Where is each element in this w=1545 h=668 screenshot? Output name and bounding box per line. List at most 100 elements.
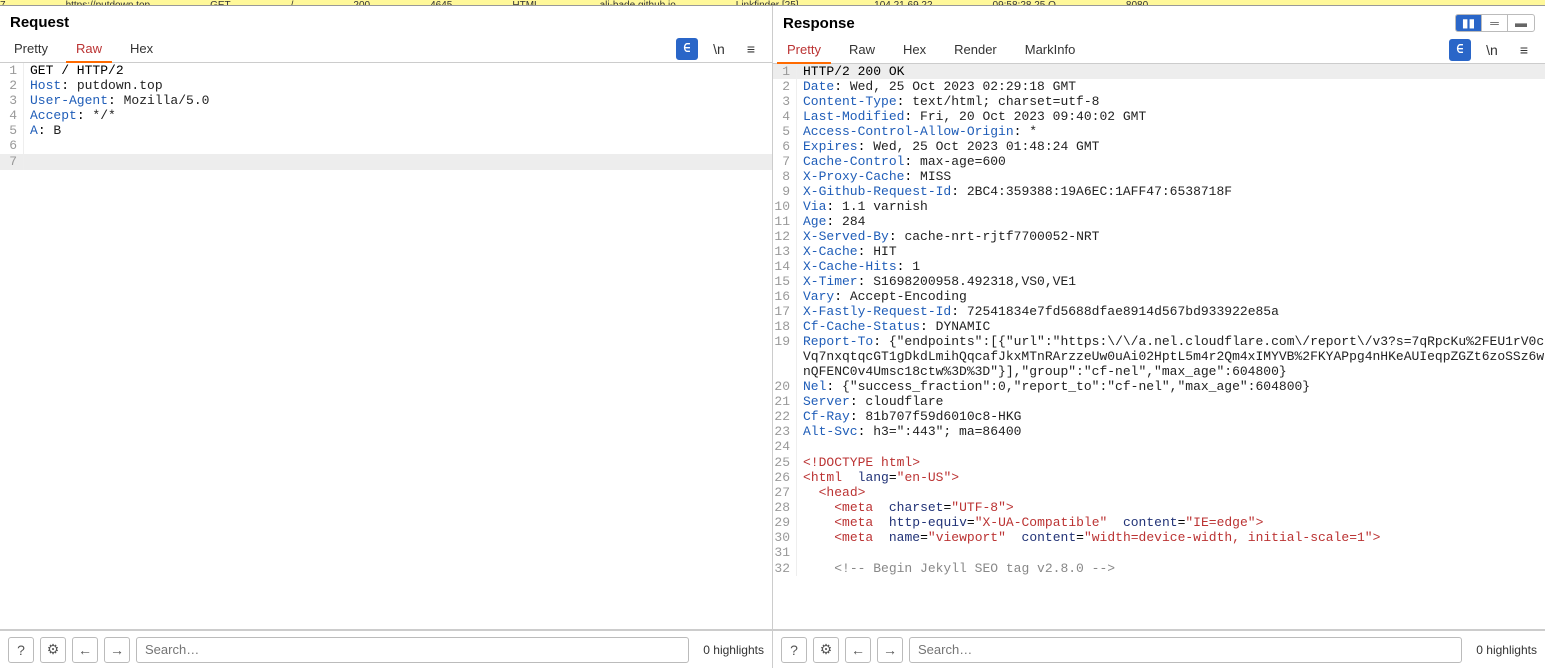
code-line[interactable]: 31 (773, 545, 1545, 561)
line-content: Cf-Cache-Status: DYNAMIC (797, 319, 1545, 334)
menu-icon[interactable]: ≡ (740, 38, 762, 60)
code-line[interactable]: 6 (0, 138, 772, 154)
layout-toggle[interactable]: ▮▮ ═ ▬ (1455, 14, 1535, 32)
code-line[interactable]: 11Age: 284 (773, 214, 1545, 229)
request-panel: Request Pretty Raw Hex ∈ \n ≡ 1GET / HTT… (0, 6, 773, 668)
layout-rows-icon[interactable]: ═ (1482, 15, 1508, 31)
request-search-input[interactable] (136, 637, 689, 663)
line-content (797, 545, 1545, 561)
code-line[interactable]: 24 (773, 439, 1545, 455)
code-line[interactable]: 32 <!-- Begin Jekyll SEO tag v2.8.0 --> (773, 561, 1545, 576)
line-number: 20 (773, 379, 797, 394)
line-number: 11 (773, 214, 797, 229)
line-number: 6 (773, 139, 797, 154)
code-line[interactable]: 5Access-Control-Allow-Origin: * (773, 124, 1545, 139)
line-content: Accept: */* (24, 108, 772, 123)
code-line[interactable]: 19Report-To: {"endpoints":[{"url":"https… (773, 334, 1545, 379)
line-content: A: B (24, 123, 772, 138)
code-line[interactable]: 20Nel: {"success_fraction":0,"report_to"… (773, 379, 1545, 394)
newline-icon[interactable]: \n (1481, 39, 1503, 61)
code-line[interactable]: 22Cf-Ray: 81b707f59d6010c8-HKG (773, 409, 1545, 424)
line-content: Date: Wed, 25 Oct 2023 02:29:18 GMT (797, 79, 1545, 94)
help-icon[interactable]: ? (781, 637, 807, 663)
line-content: Last-Modified: Fri, 20 Oct 2023 09:40:02… (797, 109, 1545, 124)
code-line[interactable]: 21Server: cloudflare (773, 394, 1545, 409)
forward-icon[interactable]: → (877, 637, 903, 663)
line-number: 9 (773, 184, 797, 199)
code-line[interactable]: 1GET / HTTP/2 (0, 63, 772, 78)
code-line[interactable]: 17X-Fastly-Request-Id: 72541834e7fd5688d… (773, 304, 1545, 319)
tab-pretty[interactable]: Pretty (0, 35, 62, 62)
line-content: Cf-Ray: 81b707f59d6010c8-HKG (797, 409, 1545, 424)
tab-raw[interactable]: Raw (835, 36, 889, 63)
code-line[interactable]: 28 <meta charset="UTF-8"> (773, 500, 1545, 515)
code-line[interactable]: 4Last-Modified: Fri, 20 Oct 2023 09:40:0… (773, 109, 1545, 124)
code-line[interactable]: 16Vary: Accept-Encoding (773, 289, 1545, 304)
tab-hex[interactable]: Hex (116, 35, 167, 62)
tab-hex[interactable]: Hex (889, 36, 940, 63)
inspector-icon[interactable]: ∈ (676, 38, 698, 60)
tab-markinfo[interactable]: MarkInfo (1011, 36, 1090, 63)
help-icon[interactable]: ? (8, 637, 34, 663)
menu-icon[interactable]: ≡ (1513, 39, 1535, 61)
code-line[interactable]: 18Cf-Cache-Status: DYNAMIC (773, 319, 1545, 334)
line-number: 26 (773, 470, 797, 485)
line-content: Server: cloudflare (797, 394, 1545, 409)
line-number: 17 (773, 304, 797, 319)
line-content: <meta http-equiv="X-UA-Compatible" conte… (797, 515, 1545, 530)
layout-single-icon[interactable]: ▬ (1508, 15, 1534, 31)
line-content: X-Fastly-Request-Id: 72541834e7fd5688dfa… (797, 304, 1545, 319)
request-highlights: 0 highlights (695, 643, 764, 657)
code-line[interactable]: 7 (0, 154, 772, 170)
code-line[interactable]: 26<html lang="en-US"> (773, 470, 1545, 485)
code-line[interactable]: 15X-Timer: S1698200958.492318,VS0,VE1 (773, 274, 1545, 289)
line-number: 6 (0, 138, 24, 154)
line-number: 21 (773, 394, 797, 409)
tab-pretty[interactable]: Pretty (773, 36, 835, 63)
tab-raw[interactable]: Raw (62, 35, 116, 62)
code-line[interactable]: 1HTTP/2 200 OK (773, 64, 1545, 79)
request-editor[interactable]: 1GET / HTTP/22Host: putdown.top3User-Age… (0, 63, 772, 630)
line-content: X-Cache-Hits: 1 (797, 259, 1545, 274)
inspector-icon[interactable]: ∈ (1449, 39, 1471, 61)
line-number: 12 (773, 229, 797, 244)
code-line[interactable]: 14X-Cache-Hits: 1 (773, 259, 1545, 274)
code-line[interactable]: 12X-Served-By: cache-nrt-rjtf7700052-NRT (773, 229, 1545, 244)
newline-icon[interactable]: \n (708, 38, 730, 60)
line-number: 16 (773, 289, 797, 304)
code-line[interactable]: 30 <meta name="viewport" content="width=… (773, 530, 1545, 545)
line-number: 7 (773, 154, 797, 169)
code-line[interactable]: 4Accept: */* (0, 108, 772, 123)
code-line[interactable]: 25<!DOCTYPE html> (773, 455, 1545, 470)
line-number: 24 (773, 439, 797, 455)
back-icon[interactable]: ← (845, 637, 871, 663)
code-line[interactable]: 3Content-Type: text/html; charset=utf-8 (773, 94, 1545, 109)
gear-icon[interactable]: ⚙ (813, 637, 839, 663)
back-icon[interactable]: ← (72, 637, 98, 663)
code-line[interactable]: 9X-Github-Request-Id: 2BC4:359388:19A6EC… (773, 184, 1545, 199)
forward-icon[interactable]: → (104, 637, 130, 663)
code-line[interactable]: 2Host: putdown.top (0, 78, 772, 93)
code-line[interactable]: 10Via: 1.1 varnish (773, 199, 1545, 214)
response-search-input[interactable] (909, 637, 1462, 663)
code-line[interactable]: 3User-Agent: Mozilla/5.0 (0, 93, 772, 108)
line-number: 2 (773, 79, 797, 94)
layout-columns-icon[interactable]: ▮▮ (1456, 15, 1482, 31)
line-content: User-Agent: Mozilla/5.0 (24, 93, 772, 108)
code-line[interactable]: 8X-Proxy-Cache: MISS (773, 169, 1545, 184)
code-line[interactable]: 29 <meta http-equiv="X-UA-Compatible" co… (773, 515, 1545, 530)
code-line[interactable]: 5A: B (0, 123, 772, 138)
line-content: X-Github-Request-Id: 2BC4:359388:19A6EC:… (797, 184, 1545, 199)
gear-icon[interactable]: ⚙ (40, 637, 66, 663)
response-editor[interactable]: 1HTTP/2 200 OK2Date: Wed, 25 Oct 2023 02… (773, 64, 1545, 630)
code-line[interactable]: 6Expires: Wed, 25 Oct 2023 01:48:24 GMT (773, 139, 1545, 154)
line-number: 10 (773, 199, 797, 214)
line-content: Report-To: {"endpoints":[{"url":"https:\… (797, 334, 1545, 379)
code-line[interactable]: 2Date: Wed, 25 Oct 2023 02:29:18 GMT (773, 79, 1545, 94)
code-line[interactable]: 23Alt-Svc: h3=":443"; ma=86400 (773, 424, 1545, 439)
code-line[interactable]: 27 <head> (773, 485, 1545, 500)
code-line[interactable]: 13X-Cache: HIT (773, 244, 1545, 259)
code-line[interactable]: 7Cache-Control: max-age=600 (773, 154, 1545, 169)
response-title: Response (783, 15, 855, 32)
tab-render[interactable]: Render (940, 36, 1011, 63)
